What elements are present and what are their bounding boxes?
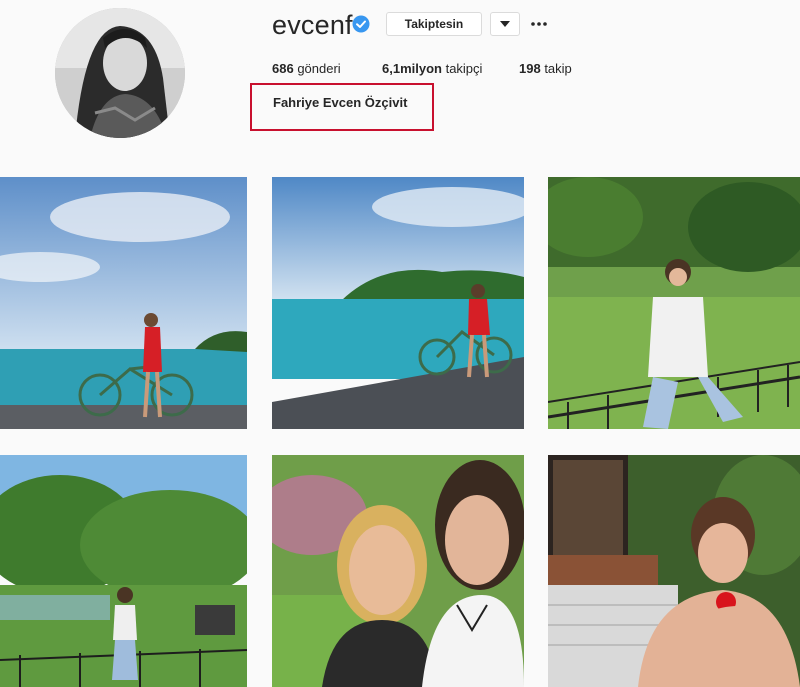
post-image [0, 455, 247, 687]
following-count: 198 [519, 61, 541, 76]
post-tile-4[interactable] [0, 455, 247, 687]
suggestions-dropdown-button[interactable] [490, 12, 520, 36]
posts-count: 686 [272, 61, 294, 76]
post-image [272, 455, 524, 687]
followers-label: takipçi [441, 61, 483, 76]
avatar-image [55, 8, 185, 138]
posts-label: gönderi [293, 61, 341, 76]
followers-stat[interactable]: 6,1milyon takipçi [382, 61, 482, 76]
more-options-button[interactable] [530, 12, 548, 36]
ellipsis-icon [531, 22, 547, 26]
followers-count: 6,1milyon [382, 61, 442, 76]
post-tile-6[interactable] [548, 455, 800, 687]
following-button[interactable]: Takiptesin [386, 12, 482, 36]
post-image [548, 177, 800, 429]
following-label: takip [540, 61, 572, 76]
post-image [0, 177, 247, 429]
verified-badge-icon [352, 15, 370, 33]
post-tile-1[interactable] [0, 177, 247, 429]
post-image [272, 177, 524, 429]
posts-stat: 686 gönderi [272, 61, 341, 76]
chevron-down-icon [500, 21, 510, 27]
profile-username: evcenf [272, 10, 353, 40]
post-tile-2[interactable] [272, 177, 524, 429]
post-tile-5[interactable] [272, 455, 524, 687]
post-image [548, 455, 800, 687]
profile-full-name: Fahriye Evcen Özçivit [273, 95, 408, 110]
following-stat[interactable]: 198 takip [519, 61, 572, 76]
profile-avatar[interactable] [55, 8, 185, 138]
post-tile-3[interactable] [548, 177, 800, 429]
